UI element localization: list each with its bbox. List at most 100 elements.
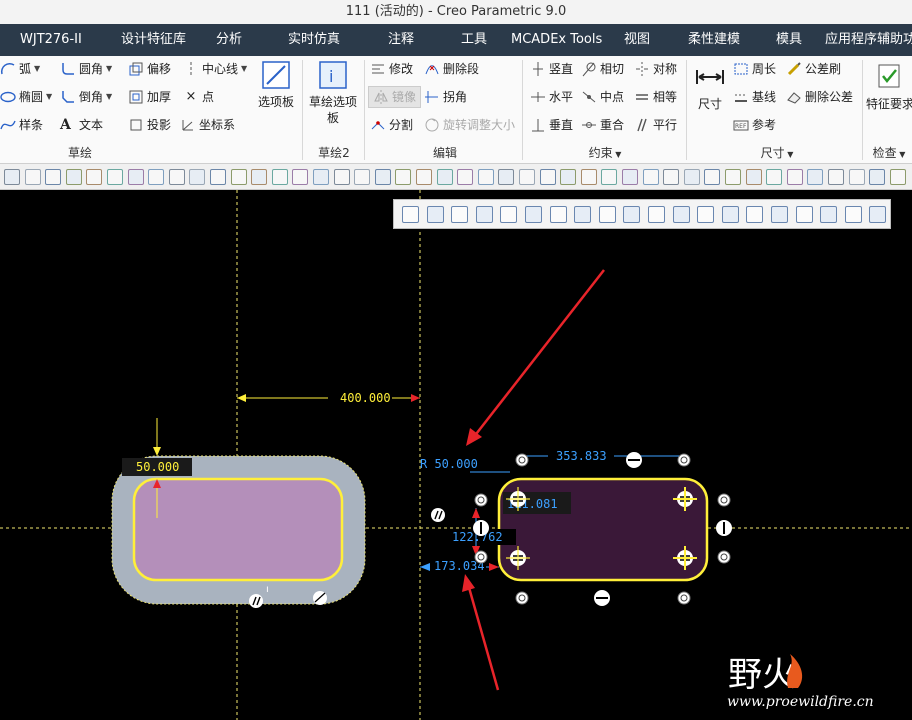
delete-segment-button[interactable]: 删除段 [424,58,479,80]
toolbar-tool-icon[interactable] [168,169,185,185]
left-rounded-rect[interactable] [132,477,344,582]
coincident-constraint-button[interactable]: 重合 [581,114,624,136]
menu-design-feature-lib[interactable]: 设计特征库 [121,24,186,56]
divide-button[interactable]: 分割 [370,114,413,136]
parallel-constraint-marker[interactable] [431,508,445,522]
toolbar-tool-icon[interactable] [416,169,432,185]
group-dimension[interactable]: 尺寸 ▼ [742,144,812,162]
ellipse-button[interactable]: 椭圆 ▼ [0,86,52,108]
group-constrain[interactable]: 约束 ▼ [570,144,640,162]
text-button[interactable]: A 文本 [60,114,103,136]
axis-display-icon[interactable] [623,206,641,223]
toolbar-tool-icon[interactable] [45,169,62,185]
graphics-window[interactable]: 50.000 400.000 ı 353.833 R 50.000 111.08… [0,190,912,720]
feature-requirements-button[interactable]: 特征要求 [866,62,912,112]
drag-handle[interactable] [717,550,731,564]
menu-annotate[interactable]: 注释 [388,24,414,56]
grid-display-icon[interactable] [820,206,838,223]
menu-app-assist[interactable]: 应用程序辅助功 [825,24,912,56]
point-button[interactable]: × 点 [183,86,214,108]
sketch-palette-button[interactable]: i 草绘选项板 [306,60,360,126]
toolbar-tool-icon[interactable] [354,169,371,185]
network-icon[interactable] [869,206,887,223]
drag-handle[interactable] [515,453,529,467]
menu-flexible-modeling[interactable]: 柔性建模 [688,24,740,56]
toolbar-tool-icon[interactable] [189,169,206,185]
toolbar-tool-icon[interactable] [148,169,165,185]
left-radius-dim[interactable]: 50.000 [136,460,179,474]
menu-wjt276[interactable]: WJT276-II [20,24,82,56]
toolbar-tool-icon[interactable] [683,169,700,185]
datum-display-icon[interactable] [574,206,592,223]
modify-button[interactable]: 修改 [370,58,413,80]
baseline-button[interactable]: 基线 [733,86,776,108]
dimension-display-icon[interactable] [771,206,788,223]
drag-handle[interactable] [474,493,488,507]
reference-button[interactable]: REF 参考 [733,114,776,136]
symmetric-constraint-button[interactable]: 对称 [634,58,677,80]
toolbar-tool-icon[interactable] [663,169,680,185]
toolbar-tool-icon[interactable] [498,169,515,185]
coordsys-button[interactable]: 坐标系 [180,114,235,136]
corner-button[interactable]: 拐角 [424,86,467,108]
mirror-button[interactable]: 镜像 [368,86,422,108]
right-radius-dim[interactable]: R 50.000 [420,457,478,471]
toolbar-tool-icon[interactable] [127,169,144,185]
toolbar-tool-icon[interactable] [230,169,247,185]
toolbar-tool-icon[interactable] [86,169,103,185]
dimension-button[interactable]: 尺寸 [690,62,730,112]
toolbar-tool-icon[interactable] [828,169,844,185]
toolbar-tool-icon[interactable] [210,169,226,185]
toolbar-tool-icon[interactable] [725,169,741,185]
drag-handle[interactable] [717,493,731,507]
toolbar-tool-icon[interactable] [436,169,453,185]
zoom-out-icon[interactable] [451,206,469,223]
thicken-button[interactable]: 加厚 [128,86,171,108]
refit-icon[interactable] [402,206,419,223]
toolbar-tool-icon[interactable] [580,169,597,185]
toolbar-tool-icon[interactable] [107,169,123,185]
toolbar-tool-icon[interactable] [745,169,762,185]
view-manager-icon[interactable] [549,206,567,223]
perimeter-button[interactable]: 周长 [733,58,776,80]
toolbar-tool-icon[interactable] [539,169,556,185]
drag-handle[interactable] [677,591,691,605]
tangent-constraint-button[interactable]: 相切 [581,58,624,80]
menu-realtime-sim[interactable]: 实时仿真 [288,24,340,56]
centerline-button[interactable]: 中心线 ▼ [183,58,247,80]
group-inspect[interactable]: 检查 ▼ [866,144,912,162]
toolbar-tool-icon[interactable] [395,169,412,185]
palette-button[interactable]: 选项板 [254,60,298,110]
spin-center-icon[interactable] [721,206,739,223]
sketch-canvas[interactable]: 50.000 400.000 ı 353.833 R 50.000 111.08… [0,190,912,720]
vertex-display-icon[interactable] [844,206,862,223]
plane-display-icon[interactable] [598,206,616,223]
toolbar-tool-icon[interactable] [642,169,659,185]
constraint-display-icon[interactable] [795,206,813,223]
drag-handle[interactable] [515,591,529,605]
toolbar-tool-icon[interactable] [457,169,474,185]
point-display-icon[interactable] [648,206,665,223]
drag-handle[interactable] [474,550,488,564]
toolbar-tool-icon[interactable] [704,169,721,185]
fillet-button[interactable]: 圆角 ▼ [60,58,112,80]
toolbar-tool-icon[interactable] [519,169,535,185]
spline-button[interactable]: 样条 [0,114,43,136]
menu-tools[interactable]: 工具 [461,24,487,56]
rotate-resize-button[interactable]: 旋转调整大小 [424,114,515,136]
arc-button[interactable]: 弧 ▼ [0,58,40,80]
toolbar-tool-icon[interactable] [333,169,350,185]
toolbar-tool-icon[interactable] [313,169,329,185]
chamfer-button[interactable]: 倒角 ▼ [60,86,112,108]
toolbar-tool-icon[interactable] [766,169,783,185]
toolbar-tool-icon[interactable] [601,169,618,185]
tolerance-brush-button[interactable]: 公差刷 [786,58,841,80]
toolbar-tool-icon[interactable] [271,169,288,185]
toolbar-tool-icon[interactable] [786,169,803,185]
equal-constraint-button[interactable]: 相等 [634,86,677,108]
toolbar-tool-icon[interactable] [560,169,577,185]
toolbar-tool-icon[interactable] [24,169,41,185]
zoom-in-icon[interactable] [426,206,444,223]
toolbar-tool-icon[interactable] [869,169,886,185]
parallel-constraint-marker[interactable] [249,594,263,608]
